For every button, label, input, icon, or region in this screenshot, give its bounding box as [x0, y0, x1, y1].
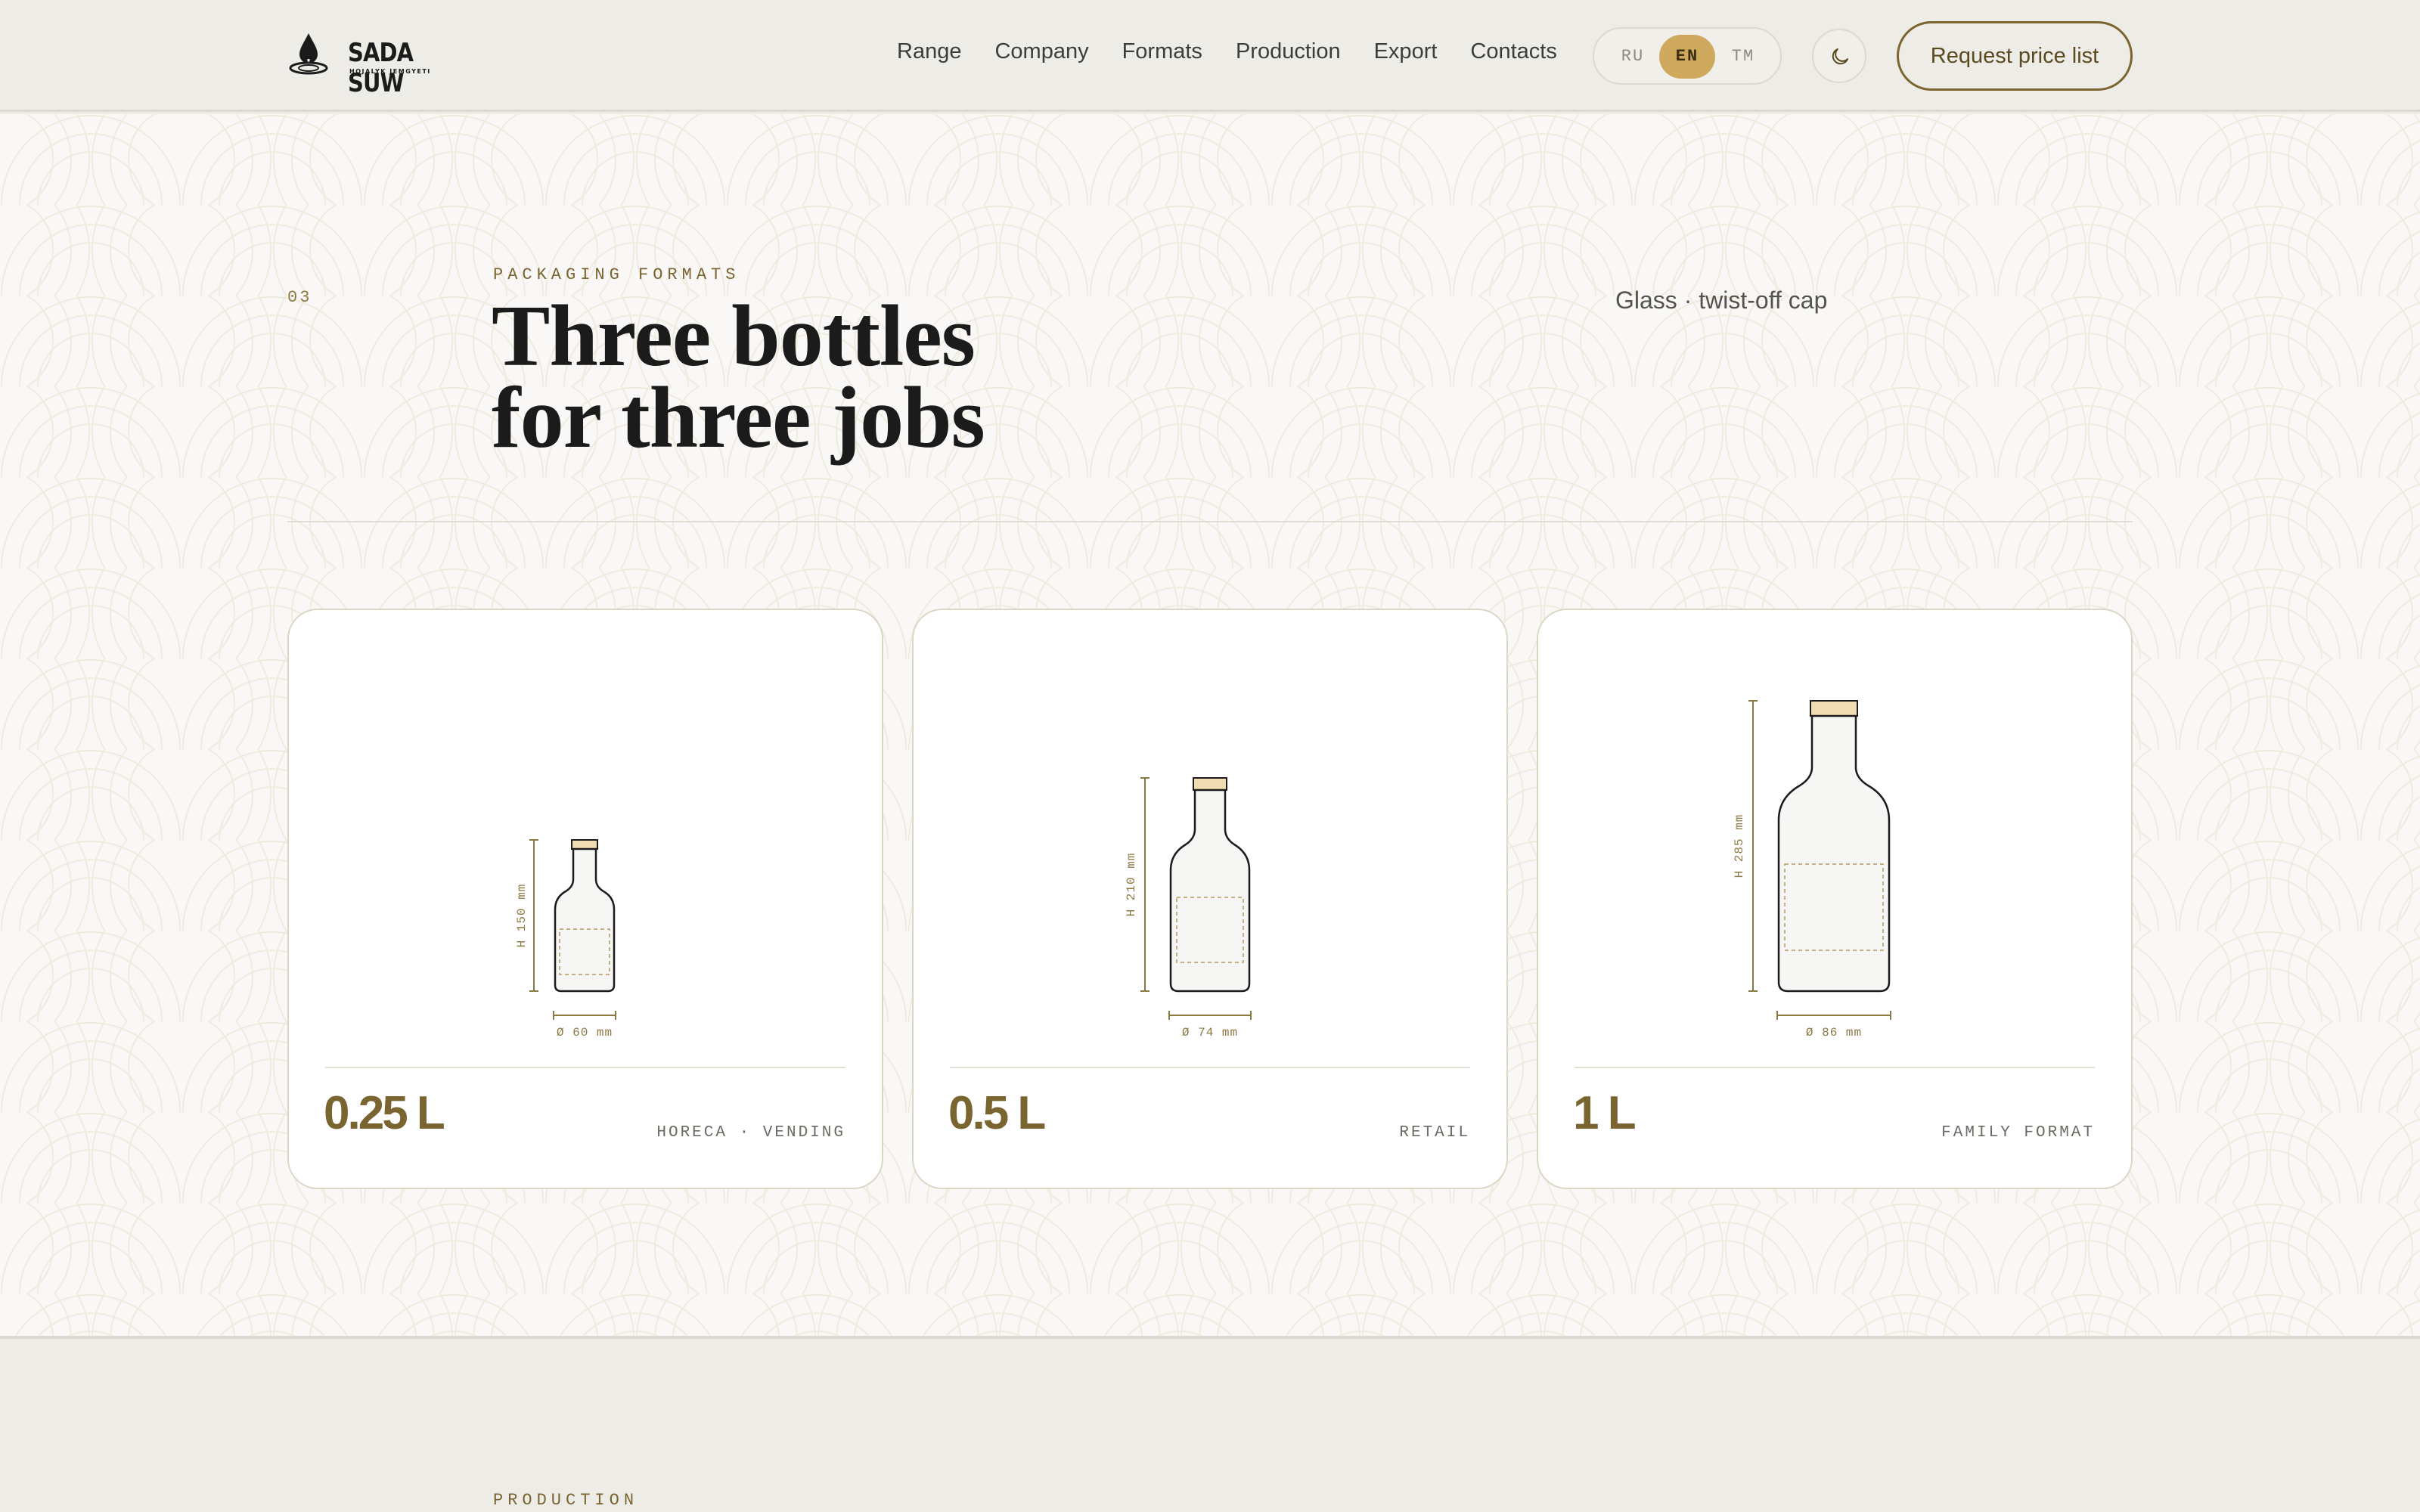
section-eyebrow: PACKAGING FORMATS	[493, 265, 740, 284]
section-aside: Glass · twist-off cap	[1615, 287, 1828, 314]
format-volume: 0.5 L	[948, 1087, 1046, 1139]
card-divider	[950, 1067, 1470, 1068]
bottle-small-illustration: H 150 mm Ø 60 mm	[515, 839, 616, 1040]
headline-line-1: Three bottles	[492, 288, 976, 385]
formats-section: 03 PACKAGING FORMATS Three bottles for t…	[0, 114, 2420, 1339]
diameter-label: Ø 60 mm	[557, 1026, 613, 1040]
diameter-label: Ø 74 mm	[1182, 1026, 1238, 1040]
bottle-large-illustration: H 285 mm Ø 86 mm	[1733, 700, 1891, 1040]
format-use: HORECA · VENDING	[656, 1124, 845, 1142]
height-label: H 210 mm	[1125, 853, 1138, 917]
nav-export[interactable]: Export	[1374, 39, 1438, 64]
moon-icon	[1832, 48, 1848, 65]
card-divider	[1575, 1067, 2095, 1068]
format-card-medium[interactable]: H 210 mm Ø 74 mm 0.5 L RETAIL	[912, 609, 1508, 1189]
main-nav: Range Company Formats Production Export …	[897, 39, 1590, 64]
lang-ru[interactable]: RU	[1605, 35, 1661, 79]
format-use: RETAIL	[1399, 1124, 1470, 1142]
card-divider	[325, 1067, 845, 1068]
logo-tagline: HOJALYK JEMGYETI	[349, 68, 431, 75]
format-volume: 0.25 L	[324, 1087, 445, 1139]
section-headline: Three bottles for three jobs	[492, 288, 985, 466]
nav-production[interactable]: Production	[1236, 39, 1341, 64]
nav-contacts[interactable]: Contacts	[1470, 39, 1556, 64]
headline-line-2: for three jobs	[492, 370, 985, 466]
next-section-eyebrow: PRODUCTION	[493, 1491, 639, 1510]
language-switcher: RU EN TM	[1593, 27, 1782, 85]
nav-range[interactable]: Range	[897, 39, 961, 64]
lang-tm[interactable]: TM	[1715, 35, 1771, 79]
nav-formats[interactable]: Formats	[1122, 39, 1202, 64]
water-drop-logo-icon	[289, 33, 328, 75]
diameter-label: Ø 86 mm	[1806, 1026, 1862, 1040]
format-card-small[interactable]: H 150 mm Ø 60 mm 0.25 L HORECA · VENDING	[287, 609, 883, 1189]
site-header: SADA SUW HOJALYK JEMGYETI Range Company …	[0, 0, 2420, 112]
section-number: 03	[287, 288, 312, 307]
format-volume: 1 L	[1573, 1087, 1637, 1139]
format-card-large[interactable]: H 285 mm Ø 86 mm 1 L FAMILY FORMAT	[1537, 609, 2133, 1189]
section-divider	[287, 521, 2133, 522]
lang-en[interactable]: EN	[1659, 35, 1715, 79]
bottle-medium-illustration: H 210 mm Ø 74 mm	[1125, 777, 1252, 1040]
height-label: H 150 mm	[515, 884, 529, 948]
nav-company[interactable]: Company	[994, 39, 1088, 64]
request-price-list-button[interactable]: Request price list	[1897, 21, 2133, 91]
height-label: H 285 mm	[1733, 814, 1746, 878]
theme-toggle-button[interactable]	[1812, 29, 1866, 83]
logo[interactable]: SADA SUW HOJALYK JEMGYETI	[287, 30, 439, 98]
format-use: FAMILY FORMAT	[1941, 1124, 2095, 1142]
